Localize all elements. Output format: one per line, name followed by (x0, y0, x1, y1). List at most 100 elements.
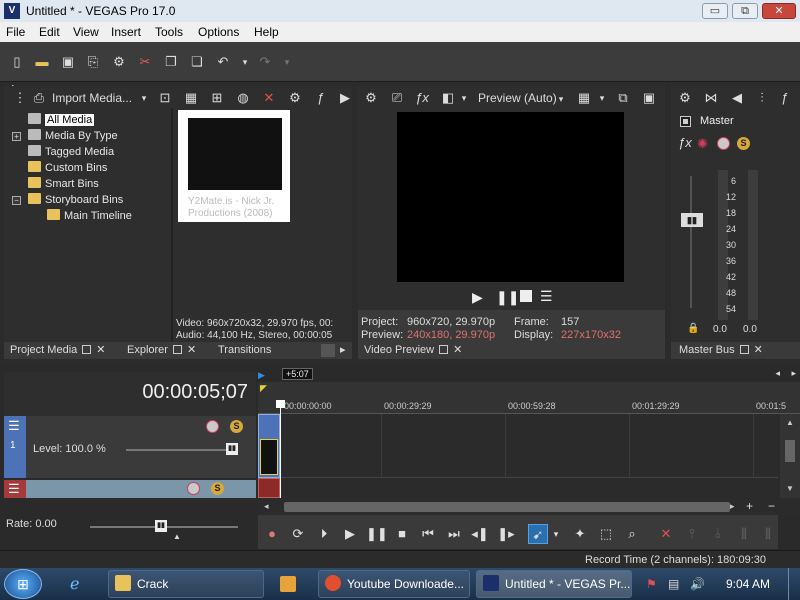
web-icon[interactable]: ◍ (234, 88, 252, 108)
zoom-tool-icon[interactable]: ⌕ (622, 524, 642, 544)
paste-icon[interactable]: ❏ (188, 53, 206, 71)
collapse-storyboard-bins[interactable]: − (12, 196, 21, 205)
media-fx-icon[interactable]: ƒ (312, 88, 330, 108)
go-to-end-icon[interactable]: ⏭ (444, 524, 464, 544)
solo-icon[interactable]: S (737, 137, 750, 150)
vegas-app-icon[interactable]: V (4, 3, 20, 19)
capture-icon[interactable]: ⊡ (156, 88, 174, 108)
video-mute-icon[interactable] (206, 420, 219, 433)
dim-output-icon[interactable]: ◀ (728, 88, 746, 108)
playhead-handle[interactable] (276, 400, 285, 408)
extract-audio-icon[interactable]: ⊞ (208, 88, 226, 108)
preview-quality-select[interactable]: Preview (Auto) ▾ (478, 91, 563, 105)
play-icon[interactable]: ▶ (340, 524, 360, 544)
play-preview-icon[interactable]: ▶ (338, 88, 352, 108)
timecode-display[interactable]: 00:00:05;07 (4, 372, 256, 416)
overlays-grid-icon[interactable]: ▦ (575, 88, 593, 108)
properties-gear-icon[interactable]: ⚙ (110, 53, 128, 71)
undo-history-chevron-icon[interactable]: ▾ (236, 53, 254, 71)
video-preview-canvas[interactable] (397, 112, 624, 282)
tab-scroll-right-icon[interactable]: ▸ (340, 342, 346, 359)
import-dropdown-chevron-icon[interactable]: ▾ (138, 88, 150, 108)
video-level-handle[interactable]: ▮▮ (226, 443, 238, 455)
video-solo-icon[interactable]: S (230, 420, 243, 433)
edit-tool-chevron-icon[interactable]: ▾ (550, 524, 562, 544)
import-media-icon[interactable]: ⎙ (30, 88, 48, 108)
play-from-start-icon[interactable]: ⏵ (314, 524, 334, 544)
audio-track-header[interactable]: ☰ S (4, 480, 256, 498)
master-properties-icon[interactable]: ⚙ (676, 88, 694, 108)
tab-master-bus[interactable]: Master Bus ✕ (679, 342, 763, 359)
video-level-slider[interactable] (126, 449, 238, 451)
normal-edit-tool-icon[interactable]: ➹ (528, 524, 548, 544)
audio-event[interactable] (258, 478, 280, 498)
pause-icon[interactable]: ❚❚ (366, 524, 388, 544)
split-screen-icon[interactable]: ◧ (439, 88, 457, 108)
panel-splitter[interactable] (171, 108, 173, 342)
timeline-horizontal-scrollbar[interactable]: ◂ ▸ + − (258, 499, 800, 515)
tree-item-custom-bins[interactable]: Custom Bins (28, 161, 107, 174)
split-screen-chevron-icon[interactable]: ▾ (458, 88, 470, 108)
record-mic-icon[interactable]: ● (262, 524, 282, 544)
undock-icon[interactable] (439, 345, 449, 354)
start-button[interactable]: ⊞ (4, 569, 42, 599)
go-to-start-icon[interactable]: ⏮ (418, 524, 438, 544)
close-icon[interactable]: ✕ (96, 344, 105, 356)
video-fx-icon[interactable]: ƒx (413, 88, 431, 108)
next-frame-icon[interactable]: ❚▸ (496, 524, 516, 544)
show-desktop-button[interactable] (788, 568, 800, 600)
menu-insert[interactable]: Insert (111, 25, 141, 39)
tab-project-media[interactable]: Project Media ✕ (10, 342, 105, 359)
timeline-scroll-right-icon[interactable]: ▸ (791, 368, 796, 379)
menu-edit[interactable]: Edit (39, 25, 60, 39)
rate-handle[interactable]: ▮▮ (155, 520, 167, 532)
minimize-button[interactable]: ▭ (702, 3, 728, 19)
taskbar-clock[interactable]: 9:04 AM (726, 577, 770, 591)
media-thumbnail-frame[interactable]: Y2Mate.is - Nick Jr. Productions (2008) (178, 110, 290, 222)
delete-icon[interactable]: ✕ (656, 524, 676, 544)
selection-tool-icon[interactable]: ⬚ (596, 524, 616, 544)
vscroll-up-icon[interactable]: ▲ (786, 418, 794, 427)
audio-mute-icon[interactable] (187, 482, 200, 495)
downmix-icon[interactable]: ⋈ (702, 88, 720, 108)
undock-icon[interactable] (82, 345, 92, 354)
audio-solo-icon[interactable]: S (211, 482, 224, 495)
menu-tools[interactable]: Tools (155, 25, 183, 39)
tree-item-all-media[interactable]: All Media (28, 113, 95, 126)
preview-menu-icon[interactable]: ☰ (540, 288, 553, 305)
media-properties-icon[interactable]: ⚙ (286, 88, 304, 108)
timeline-scroll-left-icon[interactable]: ◂ (775, 368, 780, 379)
internet-explorer-icon[interactable]: ℯ (70, 574, 79, 594)
video-event[interactable] (258, 414, 280, 478)
video-track-header[interactable]: ☰ 1 S Level: 100.0 % ▮▮ (4, 416, 256, 478)
copy-snapshot-icon[interactable]: ⧉ (614, 88, 632, 108)
preview-play-icon[interactable]: ▶ (472, 289, 483, 306)
menu-help[interactable]: Help (254, 25, 279, 39)
overlays-chevron-icon[interactable]: ▾ (596, 88, 608, 108)
previous-frame-icon[interactable]: ◂❚ (470, 524, 490, 544)
maximize-button[interactable]: ⧉ (732, 3, 758, 19)
redo-history-chevron-icon[interactable]: ▾ (278, 53, 296, 71)
undo-icon[interactable]: ↶ (214, 53, 232, 71)
preview-stop-icon[interactable] (520, 290, 532, 302)
insert-fx-icon[interactable]: ✺ (697, 136, 708, 152)
media-player-icon[interactable] (280, 576, 296, 592)
undock-icon[interactable] (172, 345, 182, 354)
tree-item-media-by-type[interactable]: Media By Type (28, 129, 118, 142)
taskbar-item-crack[interactable]: Crack (108, 570, 264, 598)
cut-icon[interactable]: ✂ (136, 53, 154, 71)
tab-explorer[interactable]: Explorer ✕ (127, 342, 196, 359)
copy-icon[interactable]: ❐ (162, 53, 180, 71)
new-file-icon[interactable]: ▯ (8, 53, 26, 71)
zoom-in-button[interactable]: + (746, 499, 753, 513)
marker-bar[interactable]: ▶ +5:07 ◂ ▸ (258, 368, 800, 382)
save-snapshot-icon[interactable]: ▣ (640, 88, 658, 108)
close-icon[interactable]: ✕ (453, 344, 462, 356)
tab-transitions[interactable]: Transitions (218, 342, 271, 359)
master-fader-handle[interactable]: ▮▮ (681, 213, 703, 227)
undock-icon[interactable] (739, 345, 749, 354)
menu-view[interactable]: View (73, 25, 99, 39)
lock-icon[interactable]: 🔒 (687, 323, 699, 334)
tree-item-smart-bins[interactable]: Smart Bins (28, 177, 99, 190)
tab-video-preview[interactable]: Video Preview ✕ (364, 342, 462, 359)
